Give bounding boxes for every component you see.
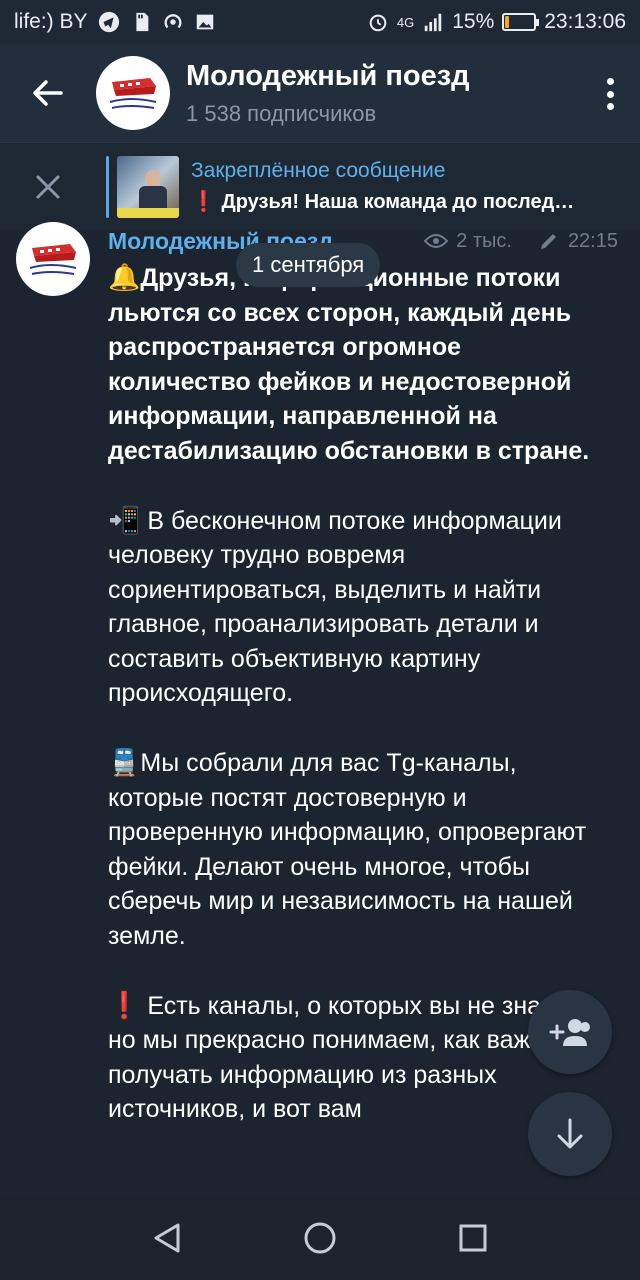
exclamation-icon: ❗ <box>108 989 141 1020</box>
exclamation-icon: ❗ <box>191 191 216 213</box>
pinned-accent-bar <box>106 155 109 218</box>
paragraph-text: Друзья, информационные потоки льются со … <box>108 264 590 465</box>
more-vertical-icon-dot <box>606 90 614 98</box>
phone-icon: 📲 <box>108 504 141 535</box>
subscriber-count: 1 538 подписчиков <box>186 100 377 126</box>
network-label: 4G <box>396 14 415 30</box>
message-paragraph: 🚆Мы собрали для вас Tg-каналы, которые п… <box>108 745 608 953</box>
thumbnail-band <box>117 207 179 218</box>
close-icon <box>36 175 60 198</box>
nav-back-button[interactable] <box>142 1213 192 1263</box>
bell-icon: 🔔 <box>108 262 141 292</box>
more-vertical-icon <box>606 78 614 85</box>
train-logo-icon <box>109 78 157 109</box>
channel-title: Молодежный поезд <box>186 59 470 92</box>
system-nav-bar <box>0 1196 640 1280</box>
nav-recents-button[interactable] <box>448 1213 498 1263</box>
message-time: 22:15 <box>567 229 618 252</box>
arrow-left-icon <box>33 80 63 106</box>
more-menu-button[interactable] <box>600 74 620 114</box>
status-left: life:) BY <box>14 10 216 34</box>
paragraph-text: В бесконечном потоке информации человеку… <box>108 506 562 708</box>
view-count: 2 тыс. <box>456 229 512 252</box>
pinned-message-text: Друзья! Наша команда до послед… <box>221 191 575 213</box>
message-paragraph: 🔔Друзья, информационные потоки льются со… <box>108 260 608 468</box>
back-button[interactable] <box>0 44 96 142</box>
pinned-message-bar[interactable]: Закреплённое сообщение ❗ Друзья! Наша ко… <box>0 142 640 230</box>
battery-percent: 15% <box>452 10 495 33</box>
channel-avatar[interactable] <box>96 56 170 130</box>
add-user-icon <box>549 1019 590 1046</box>
add-subscriber-button[interactable] <box>528 990 612 1074</box>
nav-back-icon <box>154 1223 180 1253</box>
date-pill: 1 сентября <box>236 243 381 287</box>
nav-recents-icon <box>459 1224 487 1252</box>
image-icon <box>196 14 213 30</box>
clock: 23:13:06 <box>544 10 626 33</box>
pinned-close-button[interactable] <box>0 143 96 231</box>
pinned-text: Закреплённое сообщение ❗ Друзья! Наша ко… <box>191 159 574 214</box>
paragraph-text: Есть каналы, о которых вы не знаете, но … <box>108 991 587 1124</box>
sd-card-icon <box>135 12 148 32</box>
train-icon: 🚆 <box>108 747 141 777</box>
header-text[interactable]: Молодежный поезд 1 538 подписчиков <box>186 60 470 127</box>
signal-icon <box>424 13 442 32</box>
more-vertical-icon-dot <box>606 103 614 110</box>
nav-home-button[interactable] <box>295 1213 345 1263</box>
pinned-label: Закреплённое сообщение <box>191 159 446 182</box>
thumbnail-person-head <box>145 169 161 188</box>
paragraph-text: Мы собрали для вас Tg-каналы, которые по… <box>108 749 587 950</box>
arrow-down-icon <box>557 1118 583 1149</box>
message-avatar[interactable] <box>16 222 90 296</box>
eye-icon <box>424 234 449 248</box>
scroll-down-button[interactable] <box>528 1092 612 1176</box>
thumbnail-person-body <box>139 185 167 208</box>
nav-home-icon <box>304 1222 336 1254</box>
hotspot-icon <box>164 14 181 29</box>
pinned-message-preview: ❗ Друзья! Наша команда до послед… <box>191 189 574 214</box>
status-bar: life:) BY 4G 15% 23:13:06 <box>0 0 640 44</box>
carrier-label: life:) BY <box>14 10 88 33</box>
message-paragraph: 📲 В бесконечном потоке информации челове… <box>108 503 608 711</box>
telegram-icon <box>98 11 119 33</box>
message-paragraph: ❗ Есть каналы, о которых вы не знаете, н… <box>108 988 608 1127</box>
message-meta: 2 тыс. 22:15 <box>424 230 618 253</box>
battery-fill <box>505 16 510 28</box>
train-logo-icon <box>29 244 77 275</box>
battery-icon <box>502 13 540 31</box>
status-right: 4G 15% 23:13:06 <box>367 10 626 34</box>
pencil-icon <box>540 234 556 249</box>
pinned-thumbnail <box>117 155 179 218</box>
chat-header: Молодежный поезд 1 538 подписчиков <box>0 44 640 142</box>
alarm-icon <box>369 14 387 32</box>
